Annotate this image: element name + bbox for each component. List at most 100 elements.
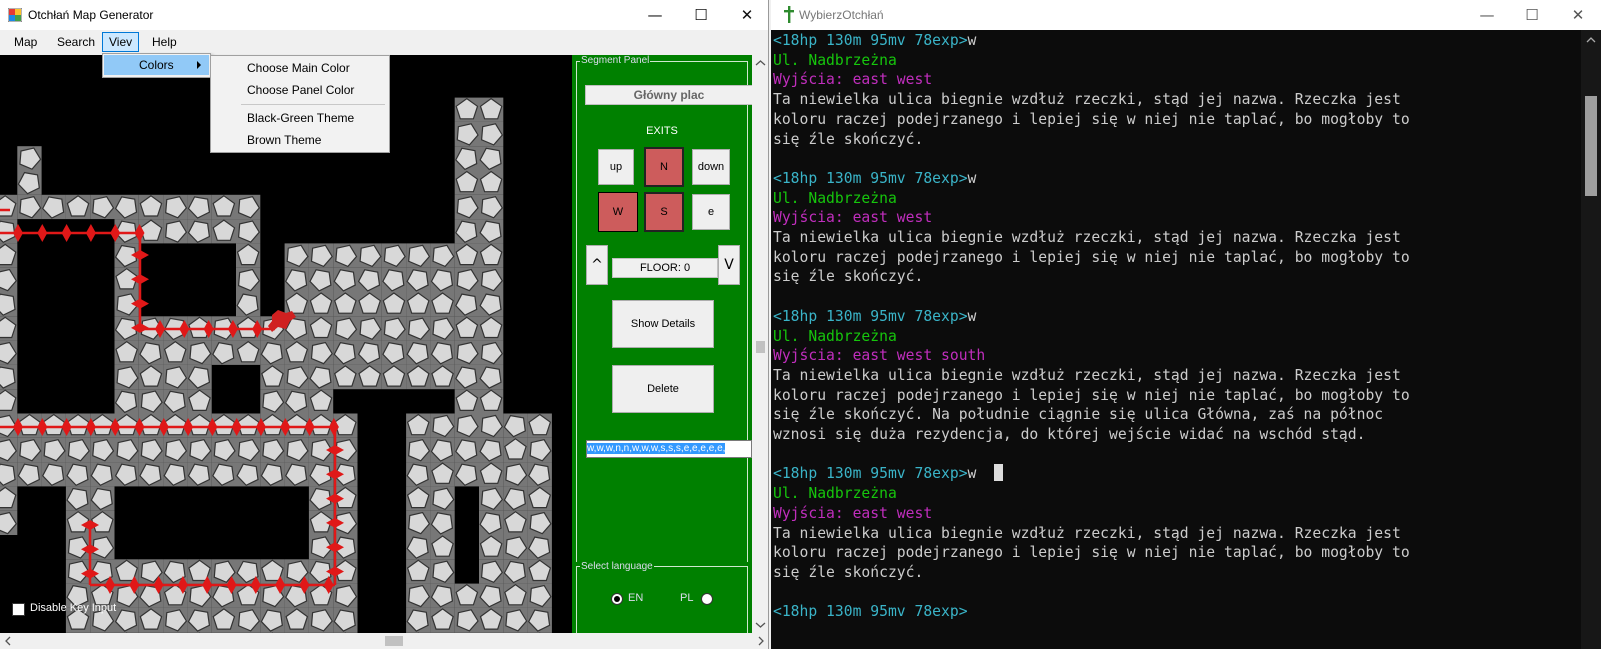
map-tile [284,437,309,463]
exit-south-button[interactable]: S [644,192,684,232]
terminal-close-icon[interactable]: ✕ [1555,0,1601,30]
map-tile [333,267,358,292]
map-tile [333,340,358,365]
map-tile [333,243,358,268]
floor-down-button[interactable]: V [718,245,740,285]
delete-button[interactable]: Delete [612,365,714,413]
terminal-text-desc: koloru raczej podejrzanego i lepiej się … [773,386,1410,404]
map-tile [479,243,504,268]
map-tile [114,194,139,220]
minimize-icon[interactable]: — [632,0,678,30]
map-tile [236,243,261,268]
map-tile [187,389,212,414]
terminal-line: Ta niewielka ulica biegnie wzdłuż rzeczk… [773,366,1401,386]
terminal-scroll-up-icon [1586,37,1596,43]
maximize-icon[interactable]: ☐ [678,0,724,30]
terminal-maximize-icon[interactable]: ☐ [1509,0,1555,30]
terminal-output[interactable]: <18hp 130m 95mv 78exp>w Ul. Nadbrzeżna Wyj… [771,30,1581,649]
exit-east-button[interactable]: e [692,194,730,230]
terminal-line: Ul. Nadbrzeżna [773,189,897,209]
map-tile [454,97,479,122]
terminal-line: koloru raczej podejrzanego i lepiej się … [773,248,1410,268]
map-tile [284,267,309,292]
map-tile [308,316,334,341]
map-tile [187,194,212,220]
map-tile [381,267,407,292]
panel-scrollbar[interactable] [752,55,768,633]
map-horizontal-scrollbar[interactable] [0,633,768,649]
terminal-line: Ul. Nadbrzeżna [773,51,897,71]
menu-search[interactable]: Search [51,33,101,51]
map-tile [236,267,261,292]
map-tile [65,194,91,220]
map-tile [454,121,479,147]
black-green-theme-item[interactable]: Black-Green Theme [247,111,354,125]
map-tile [406,316,431,341]
menu-map[interactable]: Map [8,33,43,51]
language-pl-radio[interactable] [701,593,713,605]
map-tile [527,583,552,608]
map-tile [236,292,261,317]
map-tile [211,437,236,463]
map-tile [284,340,309,365]
exit-down-button[interactable]: down [692,149,730,185]
map-tile [41,194,66,220]
terminal-line: się źle skończyć. [773,563,923,583]
colors-menu-item[interactable]: Colors [104,55,209,75]
terminal-text-room: Ul. Nadbrzeżna [773,189,897,207]
map-tile [90,437,115,463]
terminal-line: koloru raczej podejrzanego i lepiej się … [773,386,1410,406]
map-tile [308,267,334,292]
map-tile [406,607,431,633]
choose-main-color-item[interactable]: Choose Main Color [247,61,350,75]
map-tile [0,340,18,365]
terminal-line: się źle skończyć. [773,267,923,287]
floor-up-button[interactable]: ^ [586,245,608,285]
exit-north-button[interactable]: N [644,147,684,187]
map-tile [430,535,455,560]
brown-theme-item[interactable]: Brown Theme [247,133,321,147]
menu-view[interactable]: Viev [102,32,140,52]
terminal-scroll-thumb[interactable] [1585,96,1597,196]
choose-panel-color-item[interactable]: Choose Panel Color [247,83,354,97]
map-tile [503,583,528,608]
map-tile [479,194,504,220]
terminal-line: Ta niewielka ulica biegnie wzdłuż rzeczk… [773,524,1401,544]
map-tile [479,510,504,535]
map-tile [430,340,455,365]
view-menu-dropdown: Colors [102,53,211,78]
terminal-text-desc: się źle skończyć. Na południe ciągnie si… [773,406,1384,424]
map-tile [479,340,504,365]
terminal-text-desc: Ta niewielka ulica biegnie wzdłuż rzeczk… [773,91,1401,109]
language-en-radio[interactable] [611,593,623,605]
map-tile [187,219,212,244]
terminal-text-prompt: <18hp 130m 95mv 78exp> [773,465,968,483]
terminal-text-room: Ul. Nadbrzeżna [773,51,897,69]
language-frame [576,566,748,634]
panel-scrollbar-arrows [755,60,766,628]
exit-west-button[interactable]: W [598,192,638,232]
map-tile [381,340,407,365]
exit-up-button[interactable]: up [598,149,634,185]
map-tile [187,462,212,487]
menu-help[interactable]: Help [146,33,183,51]
terminal-text-room: Ul. Nadbrzeżna [773,327,897,345]
title-bar: Otchłań Map Generator — ☐ ✕ [0,0,768,30]
map-tile [479,559,504,584]
map-tile [41,462,66,487]
exits-label: EXITS [646,125,678,137]
map-tile [381,292,407,317]
terminal-text-desc: koloru raczej podejrzanego i lepiej się … [773,110,1410,128]
map-tile [163,462,188,487]
map-tile [479,389,504,414]
terminal-scrollbar[interactable] [1581,30,1601,649]
show-details-button[interactable]: Show Details [612,300,714,348]
terminal-minimize-icon[interactable]: — [1464,0,1510,30]
segment-name-field[interactable]: Główny plac [585,85,753,105]
path-input[interactable]: w,w,w,n,n,w,w,w,s,s,s,e,e,e,e,e, [586,440,752,458]
map-tile [211,340,236,365]
map-tile [454,316,479,341]
close-icon[interactable]: ✕ [724,0,768,30]
disable-key-input-checkbox[interactable] [12,603,25,616]
map-tile [90,462,115,487]
